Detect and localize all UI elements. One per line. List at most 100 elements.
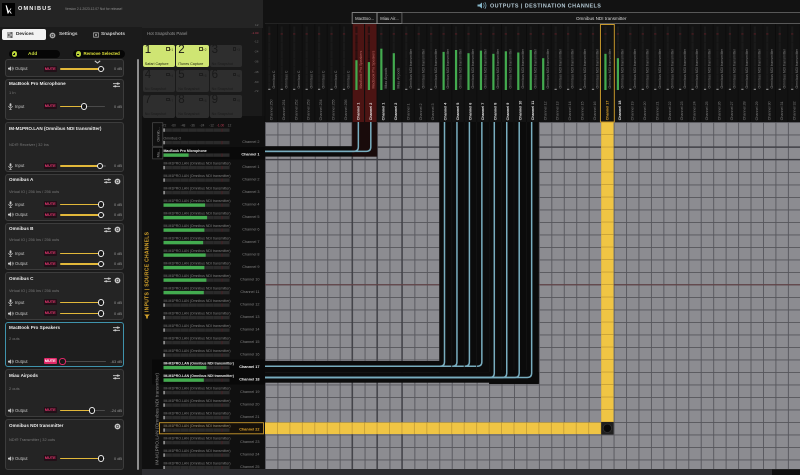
- svg-text:Omnibus NDI transmitter: Omnibus NDI transmitter: [409, 48, 413, 88]
- svg-text:OUTPUTS | DESTINATION CHANNELS: OUTPUTS | DESTINATION CHANNELS: [490, 4, 601, 10]
- svg-text:IM-M1PRO.LAN (Omnibus NDI tran: IM-M1PRO.LAN (Omnibus NDI transmitter): [164, 249, 231, 253]
- svg-text:IM-M1PRO.LAN (Omnibus NDI tran: IM-M1PRO.LAN (Omnibus NDI transmitter): [164, 349, 231, 353]
- svg-text:Channel 23: Channel 23: [240, 440, 259, 444]
- svg-text:Channel 19: Channel 19: [630, 101, 634, 120]
- svg-text:IM-M1PRO.LAN (Omnibus NDI tran: IM-M1PRO.LAN (Omnibus NDI transmitter): [164, 337, 231, 341]
- svg-text:Channel 22: Channel 22: [239, 427, 259, 431]
- svg-text:Omnibus NDI transmitter: Omnibus NDI transmitter: [484, 48, 488, 88]
- svg-text:Channel 13: Channel 13: [556, 101, 560, 120]
- svg-text:Omnibus NDI transmitter: Omnibus NDI transmitter: [633, 48, 637, 88]
- svg-text:IM-M1PRO.LAN (Omnibus NDI tran: IM-M1PRO.LAN (Omnibus NDI transmitter): [154, 373, 160, 465]
- svg-text:Channel 253: Channel 253: [307, 99, 311, 120]
- svg-text:Omnibus NDI transmitter: Omnibus NDI transmitter: [434, 48, 438, 88]
- svg-text:Channel 18: Channel 18: [239, 377, 259, 381]
- svg-text:IM-M1PRO.LAN (Omnibus NDI tran: IM-M1PRO.LAN (Omnibus NDI transmitter): [164, 262, 231, 266]
- svg-text:MacBook Pro Speakers: MacBook Pro Speakers: [372, 51, 376, 89]
- svg-text:MacBook Pro Microphone: MacBook Pro Microphone: [164, 149, 207, 153]
- svg-text:Channel 20: Channel 20: [240, 402, 259, 406]
- svg-text:IM-M1PRO.LAN (Omnibus NDI tran: IM-M1PRO.LAN (Omnibus NDI transmitter): [164, 462, 231, 466]
- svg-text:Channel 6: Channel 6: [242, 227, 259, 231]
- svg-text:Omnibus NDI transmitter: Omnibus NDI transmitter: [608, 48, 612, 88]
- svg-text:Channel 16: Channel 16: [240, 352, 259, 356]
- svg-text:-12: -12: [209, 123, 214, 127]
- svg-text:IM-M1PRO.LAN (Omnibus NDI tran: IM-M1PRO.LAN (Omnibus NDI transmitter): [164, 374, 234, 378]
- svg-text:Channel 4: Channel 4: [242, 202, 259, 206]
- svg-text:Ma...: Ma...: [156, 149, 160, 157]
- svg-text:Channel 2: Channel 2: [394, 103, 398, 121]
- svg-text:-60: -60: [171, 123, 176, 127]
- svg-text:Omnibus NDI transmitter: Omnibus NDI transmitter: [583, 48, 587, 88]
- svg-text:Channel 11: Channel 11: [531, 101, 535, 120]
- svg-text:Channel 30: Channel 30: [767, 101, 771, 120]
- svg-text:Omnibus NDI transmitter: Omnibus NDI transmitter: [533, 48, 537, 88]
- svg-text:Channel 252: Channel 252: [294, 99, 298, 120]
- svg-text:Channel 19: Channel 19: [240, 390, 259, 394]
- svg-text:Channel 25: Channel 25: [705, 101, 709, 120]
- svg-text:Channel 24: Channel 24: [693, 101, 697, 120]
- svg-text:Omnibus NDI transmitter: Omnibus NDI transmitter: [521, 48, 525, 88]
- svg-text:Omnibus NDI transmitter: Omnibus NDI transmitter: [770, 48, 774, 88]
- svg-text:IM-M1PRO.LAN (Omnibus NDI tran: IM-M1PRO.LAN (Omnibus NDI transmitter): [164, 362, 234, 366]
- svg-text:Channel 2: Channel 2: [369, 103, 373, 121]
- svg-text:Miau Air...: Miau Air...: [380, 16, 398, 21]
- svg-text:Omnibus C: Omnibus C: [272, 70, 276, 88]
- svg-text:Omnibus NDI transmitter: Omnibus NDI transmitter: [782, 48, 786, 88]
- svg-text:Channel 5: Channel 5: [242, 215, 259, 219]
- svg-text:Omnibus NDI transmitter: Omnibus NDI transmitter: [596, 48, 600, 88]
- svg-text:Omnibus C: Omnibus C: [284, 70, 288, 88]
- svg-text:Channel 3: Channel 3: [242, 190, 259, 194]
- svg-text:Channel 2: Channel 2: [242, 177, 259, 181]
- svg-text:12: 12: [255, 23, 259, 27]
- svg-text:Omnibus O: Omnibus O: [164, 137, 182, 141]
- svg-text:Channel 2: Channel 2: [242, 140, 259, 144]
- svg-text:Omnibus NDI transmitter: Omnibus NDI transmitter: [576, 16, 627, 21]
- svg-text:-48: -48: [181, 123, 186, 127]
- svg-text:IM-M1PRO.LAN (Omnibus NDI tran: IM-M1PRO.LAN (Omnibus NDI transmitter): [164, 312, 231, 316]
- svg-text:Omnibus NDI transmitter: Omnibus NDI transmitter: [720, 48, 724, 88]
- svg-text:Omnibus C: Omnibus C: [297, 70, 301, 88]
- svg-text:Omnibus NDI transmitter: Omnibus NDI transmitter: [421, 48, 425, 88]
- svg-text:Channel 1: Channel 1: [241, 152, 259, 156]
- svg-text:Channel 17: Channel 17: [239, 365, 259, 369]
- svg-text:Channel 20: Channel 20: [643, 101, 647, 120]
- svg-text:IM-M1PRO.LAN (Omnibus NDI tran: IM-M1PRO.LAN (Omnibus NDI transmitter): [164, 237, 231, 241]
- svg-text:Channel 254: Channel 254: [319, 99, 323, 120]
- svg-text:Channel 255: Channel 255: [332, 99, 336, 120]
- svg-text:Channel 15: Channel 15: [581, 101, 585, 120]
- svg-text:IM-M1PRO.LAN (Omnibus NDI tran: IM-M1PRO.LAN (Omnibus NDI transmitter): [164, 224, 231, 228]
- svg-text:Channel 250: Channel 250: [269, 99, 273, 120]
- svg-text:Channel 23: Channel 23: [680, 101, 684, 120]
- svg-text:Channel 6: Channel 6: [469, 103, 473, 121]
- svg-text:Channel 12: Channel 12: [543, 101, 547, 120]
- svg-text:Channel 251: Channel 251: [282, 99, 286, 120]
- svg-text:-36: -36: [190, 123, 195, 127]
- svg-text:Omnibus NDI transmitter: Omnibus NDI transmitter: [571, 48, 575, 88]
- svg-text:Omnib...: Omnib...: [156, 127, 160, 141]
- svg-text:IM-M1PRO.LAN (Omnibus NDI tran: IM-M1PRO.LAN (Omnibus NDI transmitter): [164, 449, 231, 453]
- svg-text:IM-M1PRO.LAN (Omnibus NDI tran: IM-M1PRO.LAN (Omnibus NDI transmitter): [164, 324, 231, 328]
- svg-text:IM-M1PRO.LAN (Omnibus NDI tran: IM-M1PRO.LAN (Omnibus NDI transmitter): [164, 424, 231, 428]
- svg-text:Channel 22: Channel 22: [668, 101, 672, 120]
- svg-text:Channel 15: Channel 15: [240, 340, 259, 344]
- svg-text:IM-M1PRO.LAN (Omnibus NDI tran: IM-M1PRO.LAN (Omnibus NDI transmitter): [164, 274, 231, 278]
- svg-text:Channel 12: Channel 12: [240, 302, 259, 306]
- svg-text:IM-M1PRO.LAN (Omnibus NDI tran: IM-M1PRO.LAN (Omnibus NDI transmitter): [164, 287, 231, 291]
- svg-text:Miau Airpods: Miau Airpods: [384, 68, 388, 89]
- svg-text:Omnibus NDI transmitter: Omnibus NDI transmitter: [757, 48, 761, 88]
- svg-text:-1.00: -1.00: [217, 123, 225, 127]
- svg-text:IM-M1PRO.LAN (Omnibus NDI tran: IM-M1PRO.LAN (Omnibus NDI transmitter): [164, 387, 231, 391]
- svg-text:Channel 14: Channel 14: [568, 101, 572, 120]
- svg-text:MacBook Pro Speakers: MacBook Pro Speakers: [359, 51, 363, 89]
- svg-text:Channel 21: Channel 21: [240, 415, 259, 419]
- svg-text:Channel 29: Channel 29: [755, 101, 759, 120]
- svg-text:Channel 32: Channel 32: [792, 101, 796, 120]
- svg-text:Omnibus C: Omnibus C: [334, 70, 338, 88]
- svg-text:Channel 31: Channel 31: [780, 101, 784, 120]
- svg-text:IM-M1PRO.LAN (Omnibus NDI tran: IM-M1PRO.LAN (Omnibus NDI transmitter): [164, 412, 231, 416]
- svg-text:Channel 8: Channel 8: [242, 252, 259, 256]
- svg-text:Channel 25: Channel 25: [240, 465, 259, 469]
- svg-text:IM-M1PRO.LAN (Omnibus NDI tran: IM-M1PRO.LAN (Omnibus NDI transmitter): [164, 174, 231, 178]
- svg-text:Channel 10: Channel 10: [518, 101, 522, 121]
- svg-text:Channel 13: Channel 13: [240, 315, 259, 319]
- svg-text:Omnibus NDI transmitter: Omnibus NDI transmitter: [708, 48, 712, 88]
